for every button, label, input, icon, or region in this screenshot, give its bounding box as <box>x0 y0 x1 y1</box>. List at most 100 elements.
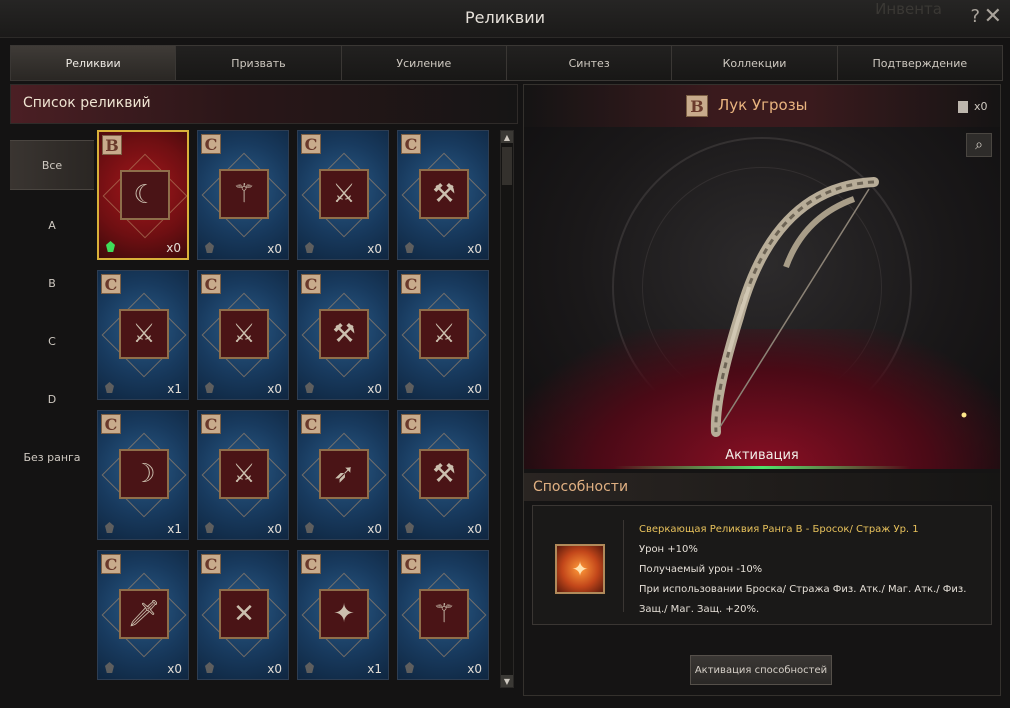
gem-icon <box>305 522 314 533</box>
tab-confirmation[interactable]: Подтверждение <box>837 46 1002 80</box>
hammer-icon: ⚒ <box>332 319 356 349</box>
rank-badge: C <box>301 554 321 574</box>
relic-detail-header: B Лук Угрозы x0 <box>524 85 1000 127</box>
filter-rank-d[interactable]: D <box>10 370 94 428</box>
spear-icon: ✦ <box>333 599 355 629</box>
activation-label: Активация <box>725 448 799 463</box>
crossed-blades-icon: ✕ <box>233 599 255 629</box>
bow-icon: ☾ <box>133 180 157 210</box>
ability-description: Сверкающая Реликвия Ранга B - Бросок/ Ст… <box>639 520 984 620</box>
relic-count: x0 <box>166 241 181 255</box>
relic-card[interactable]: C ⚔ x0 <box>297 130 389 260</box>
relic-list-header: Список реликвий <box>10 84 518 124</box>
gem-icon <box>305 242 314 253</box>
scroll-down-arrow-icon[interactable]: ▼ <box>501 675 513 687</box>
rank-badge: C <box>101 274 121 294</box>
relic-card[interactable]: C ☽ x1 <box>97 410 189 540</box>
axe-icon: ⚔ <box>432 319 456 349</box>
relic-list-scrollbar[interactable]: ▲ ▼ <box>500 130 514 688</box>
relic-card[interactable]: B ☾ x0 <box>97 130 189 260</box>
relic-card[interactable]: C ⚒ x0 <box>397 130 489 260</box>
gem-icon <box>305 382 314 393</box>
scroll-up-arrow-icon[interactable]: ▲ <box>501 131 513 143</box>
help-button[interactable]: ? <box>970 6 980 27</box>
crossed-swords-icon: ⚔ <box>232 319 256 349</box>
relic-card[interactable]: C 🗡 x0 <box>97 550 189 680</box>
ability-line: Урон +10% <box>639 544 698 555</box>
mace-icon: ⚒ <box>432 179 456 209</box>
relic-detail-panel: B Лук Угрозы x0 ⌕ Активация Способности <box>523 84 1001 696</box>
battle-axe-icon: ⚒ <box>432 459 456 489</box>
tab-relics[interactable]: Реликвии <box>11 46 177 80</box>
relic-card[interactable]: C ✕ x0 <box>197 550 289 680</box>
rank-badge: C <box>101 554 121 574</box>
relic-name: Лук Угрозы <box>718 96 808 114</box>
relic-count: x0 <box>467 662 482 676</box>
relic-card[interactable]: C ✦ x1 <box>297 550 389 680</box>
staff-icon: ⚚ <box>232 179 256 209</box>
gem-icon <box>205 382 214 393</box>
tab-enhance[interactable]: Усиление <box>341 46 507 80</box>
relic-count: x0 <box>367 242 382 256</box>
rank-badge: C <box>401 274 421 294</box>
scythe-icon: ☽ <box>132 459 156 489</box>
ability-box: ✦ Сверкающая Реликвия Ранга B - Бросок/ … <box>532 505 992 625</box>
divider <box>623 520 624 612</box>
tab-synthesis[interactable]: Синтез <box>506 46 673 80</box>
rank-badge: C <box>101 414 121 434</box>
background-window-hint: Инвента <box>875 0 942 18</box>
relic-card[interactable]: C ⚚ x0 <box>197 130 289 260</box>
gem-icon <box>305 662 314 673</box>
flame-sword-icon: ⚔ <box>332 179 356 209</box>
filter-no-rank[interactable]: Без ранга <box>10 428 94 486</box>
rank-badge: C <box>401 134 421 154</box>
ability-star-icon: ✦ <box>555 544 605 594</box>
relic-card[interactable]: C ⚔ x0 <box>397 270 489 400</box>
relic-count: x0 <box>467 242 482 256</box>
relic-card[interactable]: C ➶ x0 <box>297 410 389 540</box>
rank-badge: C <box>201 414 221 434</box>
rank-badge: C <box>401 414 421 434</box>
filter-all[interactable]: Все <box>10 140 94 190</box>
relic-count: x0 <box>267 662 282 676</box>
rank-badge: C <box>301 134 321 154</box>
relic-card[interactable]: C ⚔ x0 <box>197 410 289 540</box>
zoom-search-icon[interactable]: ⌕ <box>966 133 992 157</box>
activate-abilities-button[interactable]: Активация способностей <box>690 655 832 685</box>
relic-card[interactable]: C ⚒ x0 <box>397 410 489 540</box>
relic-count: x0 <box>467 522 482 536</box>
relic-card[interactable]: C ⚒ x0 <box>297 270 389 400</box>
gem-icon <box>105 662 114 673</box>
title-bar: Реликвии Инвента ? ✕ <box>0 0 1010 38</box>
relics-window: Реликвии Инвента ? ✕ Реликвии Призвать У… <box>0 0 1010 708</box>
relic-card[interactable]: C ⚔ x1 <box>97 270 189 400</box>
rank-badge: B <box>102 135 122 155</box>
rank-badge: C <box>401 554 421 574</box>
relic-count: x0 <box>367 522 382 536</box>
relic-count: x1 <box>367 662 382 676</box>
filter-rank-c[interactable]: C <box>10 312 94 370</box>
crossed-swords-icon: ⚔ <box>132 319 156 349</box>
close-button[interactable]: ✕ <box>984 4 1002 29</box>
rank-badge: B <box>686 95 708 117</box>
gem-icon <box>205 662 214 673</box>
activation-glow-line <box>614 466 910 469</box>
tab-collections[interactable]: Коллекции <box>672 46 838 80</box>
gem-icon <box>405 382 414 393</box>
filter-rank-b[interactable]: B <box>10 254 94 312</box>
scroll-thumb[interactable] <box>502 147 512 185</box>
crossbow-icon: ➶ <box>333 459 355 489</box>
rank-badge: C <box>301 414 321 434</box>
filter-rank-a[interactable]: A <box>10 196 94 254</box>
relic-count: x0 <box>167 662 182 676</box>
relic-count: x1 <box>167 382 182 396</box>
ability-line: При использовании Броска/ Стража Физ. Ат… <box>639 584 967 615</box>
relic-card[interactable]: C ⚔ x0 <box>197 270 289 400</box>
halberd-icon: ⚔ <box>232 459 256 489</box>
relic-count: x1 <box>167 522 182 536</box>
tab-summon[interactable]: Призвать <box>176 46 342 80</box>
relic-card[interactable]: C ⚚ x0 <box>397 550 489 680</box>
gem-icon <box>105 382 114 393</box>
gem-icon <box>405 242 414 253</box>
relic-count: x0 <box>267 242 282 256</box>
